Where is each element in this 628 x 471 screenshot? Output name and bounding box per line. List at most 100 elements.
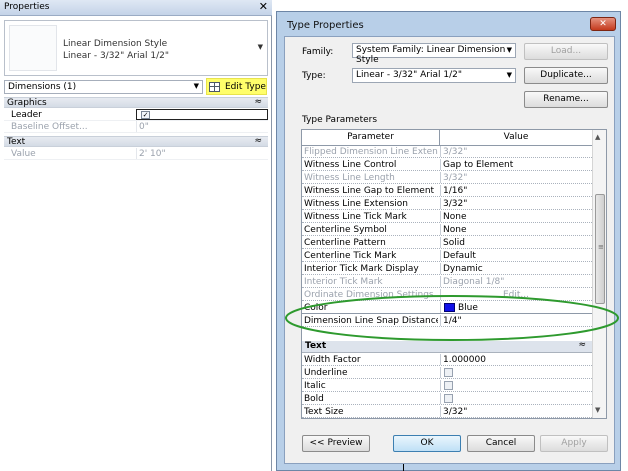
close-icon[interactable]: ✕: [259, 0, 268, 13]
parameter-name: Italic: [304, 381, 326, 391]
parameter-value-cell[interactable]: 1.000000: [440, 354, 592, 365]
grid-row[interactable]: Centerline Symbol None: [302, 224, 592, 236]
bold-checkbox[interactable]: [444, 394, 453, 403]
grid-row[interactable]: Dimension Line Snap Distance 1/4": [302, 315, 592, 327]
instance-filter-dropdown[interactable]: Dimensions (1) ▼: [4, 80, 203, 94]
parameter-value-cell[interactable]: [440, 367, 592, 378]
grid-row[interactable]: Interior Tick Mark Display Dynamic: [302, 263, 592, 275]
group-graphics[interactable]: Graphics ≈: [4, 97, 268, 108]
property-value-cell[interactable]: 0": [136, 121, 268, 132]
properties-titlebar: Properties ✕: [0, 0, 272, 16]
type-selector[interactable]: Linear Dimension Style Linear - 3/32" Ar…: [4, 20, 268, 76]
parameter-value-cell[interactable]: [440, 380, 592, 391]
type-family-label: Linear Dimension Style: [63, 39, 168, 49]
parameter-value: Edit...: [503, 290, 530, 300]
parameter-column-header: Parameter: [302, 130, 440, 145]
parameter-value-cell[interactable]: 3/32": [440, 406, 592, 417]
collapse-icon[interactable]: ≈: [254, 97, 262, 107]
grid-row[interactable]: Witness Line Control Gap to Element: [302, 159, 592, 171]
grid-row[interactable]: Interior Tick Mark Diagonal 1/8": [302, 276, 592, 288]
italic-checkbox[interactable]: [444, 381, 453, 390]
parameter-value-cell[interactable]: 1/16": [440, 185, 592, 196]
instance-filter-value: Dimensions (1): [8, 82, 77, 92]
parameter-value-cell[interactable]: Solid: [440, 237, 592, 248]
preview-button[interactable]: << Preview: [302, 435, 370, 452]
chevron-down-icon[interactable]: ▼: [507, 71, 512, 79]
parameter-value: 3/32": [443, 147, 468, 157]
scrollbar-thumb[interactable]: ≡: [595, 194, 605, 304]
rename-button[interactable]: Rename...: [524, 91, 608, 108]
grid-row[interactable]: Witness Line Gap to Element 1/16": [302, 185, 592, 197]
parameter-value-cell[interactable]: 1/4": [440, 315, 592, 326]
grid-row[interactable]: Italic: [302, 380, 592, 392]
scroll-up-icon[interactable]: ▲: [595, 133, 600, 141]
type-preview-image: [9, 25, 57, 71]
color-value-cell[interactable]: Blue: [440, 302, 592, 313]
chevron-down-icon[interactable]: ▼: [258, 43, 263, 51]
leader-checkbox[interactable]: ✓: [141, 111, 150, 119]
chevron-down-icon[interactable]: ▼: [194, 82, 199, 90]
edit-type-button[interactable]: Edit Type: [206, 78, 267, 95]
load-button[interactable]: Load...: [524, 43, 608, 60]
parameter-name: Text Size: [304, 407, 344, 417]
grid-row[interactable]: Centerline Pattern Solid: [302, 237, 592, 249]
family-combobox[interactable]: System Family: Linear Dimension Style ▼: [352, 43, 516, 65]
dialog-close-button[interactable]: ✕: [590, 17, 616, 31]
grid-row-color[interactable]: Color Blue: [302, 302, 592, 314]
parameter-value-cell[interactable]: 3/32": [440, 198, 592, 209]
parameter-name: Centerline Pattern: [304, 238, 386, 248]
property-row-leader[interactable]: Leader ✓: [4, 109, 268, 121]
property-label: Leader: [11, 110, 42, 120]
grid-row[interactable]: Width Factor 1.000000: [302, 354, 592, 366]
parameter-value: Diagonal 1/8": [443, 277, 505, 287]
grid-group-text[interactable]: Text ≈: [302, 340, 592, 353]
grid-row[interactable]: Flipped Dimension Line Extension 3/32": [302, 146, 592, 158]
ok-button[interactable]: OK: [393, 435, 461, 452]
parameter-value-cell[interactable]: 3/32": [440, 146, 592, 157]
parameter-name: Underline: [304, 368, 348, 378]
group-text[interactable]: Text ≈: [4, 136, 268, 147]
parameter-value-cell[interactable]: Default: [440, 250, 592, 261]
parameter-name: Ordinate Dimension Settings: [304, 290, 434, 300]
parameter-value-cell[interactable]: Diagonal 1/8": [440, 276, 592, 287]
grid-row[interactable]: Witness Line Extension 3/32": [302, 198, 592, 210]
dialog-title: Type Properties: [287, 20, 364, 31]
parameter-name: Centerline Tick Mark: [304, 251, 397, 261]
grid-row[interactable]: Ordinate Dimension Settings Edit...: [302, 289, 592, 301]
chevron-down-icon[interactable]: ▼: [507, 46, 512, 54]
grid-row[interactable]: Centerline Tick Mark Default: [302, 250, 592, 262]
parameter-value: None: [443, 225, 467, 235]
parameter-value-cell[interactable]: [440, 393, 592, 404]
leader-checkbox-cell[interactable]: ✓: [136, 109, 268, 120]
parameter-value: 1/4": [443, 316, 462, 326]
grid-row[interactable]: Underline: [302, 367, 592, 379]
parameter-value: 1/16": [443, 186, 468, 196]
grid-row[interactable]: Bold: [302, 393, 592, 405]
type-name-label: Linear - 3/32" Arial 1/2": [63, 51, 170, 61]
parameter-value-cell[interactable]: None: [440, 211, 592, 222]
property-row-value[interactable]: Value 2' 10": [4, 148, 268, 160]
type-value: Linear - 3/32" Arial 1/2": [356, 70, 463, 80]
parameter-value-cell[interactable]: Dynamic: [440, 263, 592, 274]
grid-row[interactable]: Witness Line Tick Mark None: [302, 211, 592, 223]
type-combobox[interactable]: Linear - 3/32" Arial 1/2" ▼: [352, 68, 516, 83]
parameter-value-cell[interactable]: 3/32": [440, 172, 592, 183]
value-column-header: Value: [440, 130, 592, 145]
underline-checkbox[interactable]: [444, 368, 453, 377]
collapse-icon[interactable]: ≈: [578, 340, 586, 350]
collapse-icon[interactable]: ≈: [254, 136, 262, 146]
duplicate-button[interactable]: Duplicate...: [524, 67, 608, 84]
parameter-value-cell[interactable]: None: [440, 224, 592, 235]
cancel-button[interactable]: Cancel: [467, 435, 535, 452]
apply-button[interactable]: Apply: [540, 435, 608, 452]
grid-row[interactable]: Witness Line Length 3/32": [302, 172, 592, 184]
grid-scrollbar[interactable]: ▲ ≡ ▼: [592, 130, 606, 418]
parameter-value-cell[interactable]: Gap to Element: [440, 159, 592, 170]
parameter-value-cell[interactable]: Edit...: [440, 289, 592, 300]
parameter-name: Dimension Line Snap Distance: [304, 316, 438, 326]
property-value-cell[interactable]: 2' 10": [136, 148, 268, 159]
grid-row[interactable]: Text Size 3/32": [302, 406, 592, 418]
property-label: Baseline Offset...: [11, 122, 88, 132]
scroll-down-icon[interactable]: ▼: [595, 406, 600, 414]
property-row-baseline-offset[interactable]: Baseline Offset... 0": [4, 121, 268, 133]
